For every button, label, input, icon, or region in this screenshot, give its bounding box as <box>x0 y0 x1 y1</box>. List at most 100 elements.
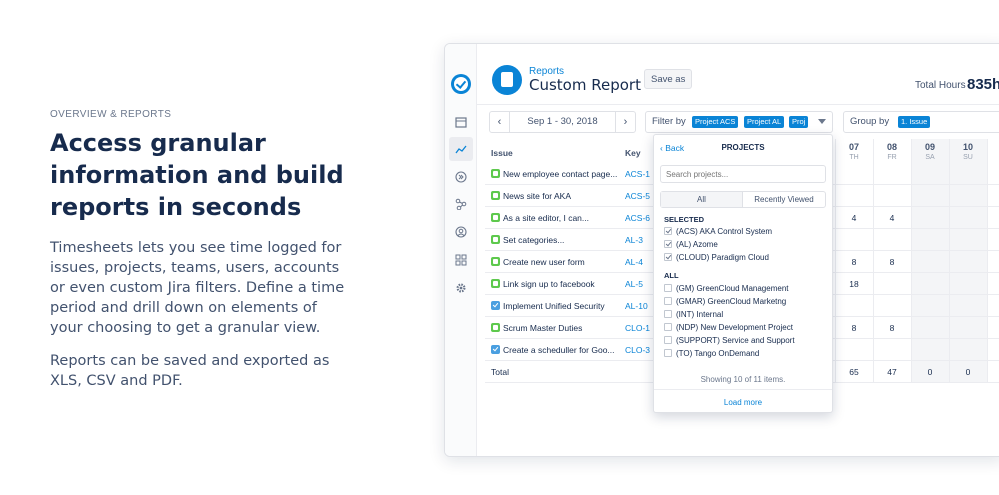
hours-cell[interactable]: 8 <box>835 251 873 273</box>
search-projects-input[interactable] <box>660 165 826 183</box>
project-option[interactable]: (GM) GreenCloud Management <box>664 284 789 297</box>
date-range-label[interactable]: Sep 1 - 30, 2018 <box>510 112 615 132</box>
project-option[interactable]: (SUPPORT) Service and Support <box>664 336 795 349</box>
export-paragraph: Reports can be saved and exported as XLS… <box>50 353 330 389</box>
issue-key[interactable]: AL-3 <box>625 229 643 251</box>
project-option[interactable]: (ACS) AKA Control System <box>664 227 772 240</box>
project-option[interactable]: (GMAR) GreenCloud Marketng <box>664 297 786 310</box>
total-cell: 0 <box>927 367 933 377</box>
total-label: Total <box>491 367 509 377</box>
chevron-down-icon[interactable] <box>818 119 826 124</box>
load-more-button[interactable]: Load more <box>654 398 832 407</box>
checkbox-icon[interactable] <box>664 310 672 318</box>
story-icon <box>491 323 500 332</box>
sidebar <box>445 44 477 456</box>
forward-icon[interactable] <box>453 169 469 185</box>
report-document-icon <box>492 65 522 95</box>
selected-section-label: SELECTED <box>664 215 705 224</box>
checkbox-icon[interactable] <box>664 349 672 357</box>
calendar-icon[interactable] <box>453 114 469 130</box>
column-header-issue[interactable]: Issue <box>491 148 513 158</box>
checkbox-icon[interactable] <box>664 284 672 292</box>
project-option-label: (SUPPORT) Service and Support <box>676 336 795 345</box>
filter-by-control[interactable]: Filter by Project ACS Project AL Proj <box>645 111 833 133</box>
checkbox-icon[interactable] <box>664 323 672 331</box>
issue-key[interactable]: ACS-6 <box>625 207 650 229</box>
group-tag[interactable]: 1. Issue <box>898 116 931 128</box>
filter-tag[interactable]: Proj <box>789 116 809 128</box>
day-name: FR <box>887 154 897 161</box>
reports-icon[interactable] <box>449 137 473 161</box>
issue-summary[interactable]: Link sign up to facebook <box>503 273 595 295</box>
hours-cell[interactable]: 18 <box>835 273 873 295</box>
checkbox-checked-icon[interactable] <box>664 253 672 261</box>
checkbox-icon[interactable] <box>664 297 672 305</box>
checkbox-checked-icon[interactable] <box>664 240 672 248</box>
issue-summary[interactable]: News site for AKA <box>503 185 571 207</box>
day-number: 09 <box>924 142 935 152</box>
eyebrow: OVERVIEW & REPORTS <box>50 109 172 120</box>
total-cell: 47 <box>887 367 897 377</box>
issue-summary[interactable]: Create a scheduller for Goo... <box>503 339 615 361</box>
day-header: 07 TH <box>835 141 873 163</box>
day-name: TH <box>849 154 859 161</box>
project-option[interactable]: (CLOUD) Paradigm Cloud <box>664 253 769 266</box>
app-logo-icon[interactable] <box>451 74 471 94</box>
issue-summary[interactable]: Create new user form <box>503 251 585 273</box>
grid-icon[interactable] <box>453 252 469 268</box>
issue-summary[interactable]: Scrum Master Duties <box>503 317 582 339</box>
issue-key[interactable]: CLO-1 <box>625 317 650 339</box>
settings-gear-icon[interactable] <box>453 280 469 296</box>
day-name: SA <box>925 154 935 161</box>
group-by-label: Group by <box>850 116 890 127</box>
next-period-button[interactable]: › <box>615 112 635 132</box>
filter-tag[interactable]: Project ACS <box>692 116 739 128</box>
hours-cell[interactable]: 4 <box>873 207 911 229</box>
hours-cell[interactable]: 8 <box>835 317 873 339</box>
checkbox-icon[interactable] <box>664 336 672 344</box>
tab-all[interactable]: All <box>661 192 743 207</box>
issue-key[interactable]: CLO-3 <box>625 339 650 361</box>
day-header: 10 SU <box>949 141 987 163</box>
project-option[interactable]: (TO) Tango OnDemand <box>664 349 759 362</box>
page-title: Custom Report <box>529 76 641 94</box>
issue-summary[interactable]: As a site editor, I can... <box>503 207 589 229</box>
project-option[interactable]: (NDP) New Development Project <box>664 323 793 336</box>
checkbox-checked-icon[interactable] <box>664 227 672 235</box>
hours-cell[interactable]: 4 <box>835 207 873 229</box>
user-icon[interactable] <box>453 224 469 240</box>
project-option[interactable]: (AL) Azome <box>664 240 718 253</box>
column-header-key[interactable]: Key <box>625 148 641 158</box>
filter-by-label: Filter by <box>652 116 686 127</box>
project-option[interactable]: (INT) Internal <box>664 310 723 323</box>
issue-key[interactable]: ACS-1 <box>625 163 650 185</box>
projects-dropdown: ‹ Back PROJECTS All Recently Viewed SELE… <box>653 134 833 413</box>
date-range-picker: ‹ Sep 1 - 30, 2018 › <box>489 111 636 133</box>
story-icon <box>491 169 500 178</box>
project-option-label: (GMAR) GreenCloud Marketng <box>676 297 787 306</box>
filter-tag[interactable]: Project AL <box>744 116 785 128</box>
dropdown-title: PROJECTS <box>721 143 765 152</box>
issue-key[interactable]: ACS-5 <box>625 185 650 207</box>
project-option-label: (TO) Tango OnDemand <box>676 349 760 358</box>
hours-cell[interactable]: 8 <box>873 317 911 339</box>
issue-key[interactable]: AL-10 <box>625 295 648 317</box>
day-name: SU <box>963 154 973 161</box>
group-by-control[interactable]: Group by 1. Issue <box>843 111 999 133</box>
hours-cell[interactable]: 8 <box>873 251 911 273</box>
save-as-button[interactable]: Save as <box>644 69 693 89</box>
previous-period-button[interactable]: ‹ <box>490 112 510 132</box>
app-screenshot: Reports Custom Report Save as Total Hour… <box>444 43 999 457</box>
day-header: 09 SA <box>911 141 949 163</box>
day-number: 08 <box>886 142 897 152</box>
hierarchy-icon[interactable] <box>453 196 469 212</box>
issue-summary[interactable]: Implement Unified Security <box>503 295 605 317</box>
issue-summary[interactable]: Set categories... <box>503 229 564 251</box>
tab-recently-viewed[interactable]: Recently Viewed <box>743 192 825 207</box>
project-option-label: (CLOUD) Paradigm Cloud <box>676 253 769 262</box>
issue-summary[interactable]: New employee contact page... <box>503 163 617 185</box>
issue-key[interactable]: AL-4 <box>625 251 643 273</box>
project-option-label: (ACS) AKA Control System <box>676 227 773 236</box>
headline: Access granular information and build re… <box>50 129 344 221</box>
issue-key[interactable]: AL-5 <box>625 273 643 295</box>
